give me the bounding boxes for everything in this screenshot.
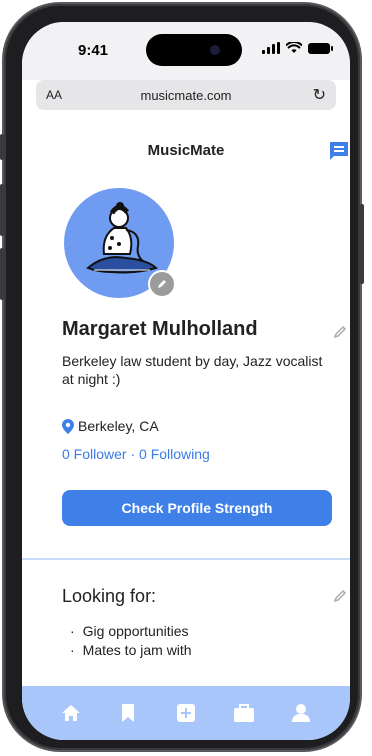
add-icon <box>176 704 195 722</box>
profile-icon <box>292 704 311 722</box>
dynamic-island <box>146 34 242 66</box>
pencil-icon <box>158 280 166 288</box>
browser-url-bar[interactable]: AA musicmate.com ↻ <box>36 80 336 110</box>
tab-gigs[interactable] <box>231 700 257 726</box>
tab-home[interactable] <box>58 700 84 726</box>
bottom-tab-bar <box>22 686 350 740</box>
follow-stats-link[interactable]: 0 Follower · 0 Following <box>62 446 210 462</box>
camera-icon <box>210 45 220 55</box>
status-bar: 9:41 <box>22 22 350 80</box>
tab-saved[interactable] <box>115 700 141 726</box>
chat-icon[interactable] <box>328 140 350 162</box>
url-text[interactable]: musicmate.com <box>36 88 336 103</box>
location-text: Berkeley, CA <box>78 418 159 434</box>
status-time: 9:41 <box>78 42 109 59</box>
reload-icon[interactable]: ↻ <box>313 85 326 105</box>
avatar-edit-button[interactable] <box>148 270 176 298</box>
tab-profile[interactable] <box>288 700 314 726</box>
phone-frame: 9:41 AA musicmate.com ↻ MusicMate Margar… <box>0 4 364 750</box>
profile-location: Berkeley, CA <box>62 418 159 434</box>
status-icons <box>262 42 333 54</box>
screen: 9:41 AA musicmate.com ↻ MusicMate Margar… <box>22 22 350 740</box>
battery-icon <box>308 43 333 54</box>
list-item: Mates to jam with <box>70 641 192 660</box>
section-divider <box>22 558 350 560</box>
looking-for-title: Looking for: <box>62 586 157 606</box>
edit-name-icon[interactable] <box>332 324 348 340</box>
profile-name: Margaret Mulholland <box>62 318 258 340</box>
wifi-icon <box>286 42 302 53</box>
volume-down-button <box>0 248 4 300</box>
check-profile-strength-button[interactable]: Check Profile Strength <box>62 490 332 526</box>
power-button <box>360 204 364 284</box>
tab-add[interactable] <box>173 700 199 726</box>
mute-switch <box>0 134 4 160</box>
location-pin-icon <box>62 418 74 434</box>
edit-looking-for-icon[interactable] <box>332 588 348 604</box>
bookmark-icon <box>122 704 135 722</box>
list-item: Gig opportunities <box>70 622 192 641</box>
volume-up-button <box>0 184 4 236</box>
briefcase-icon <box>233 704 254 722</box>
home-icon <box>61 705 80 721</box>
avatar-container <box>64 188 176 298</box>
app-title: MusicMate <box>147 142 225 159</box>
signal-icon <box>262 42 280 54</box>
looking-for-list: Gig opportunities Mates to jam with <box>70 622 192 660</box>
profile-bio: Berkeley law student by day, Jazz vocali… <box>62 353 323 387</box>
